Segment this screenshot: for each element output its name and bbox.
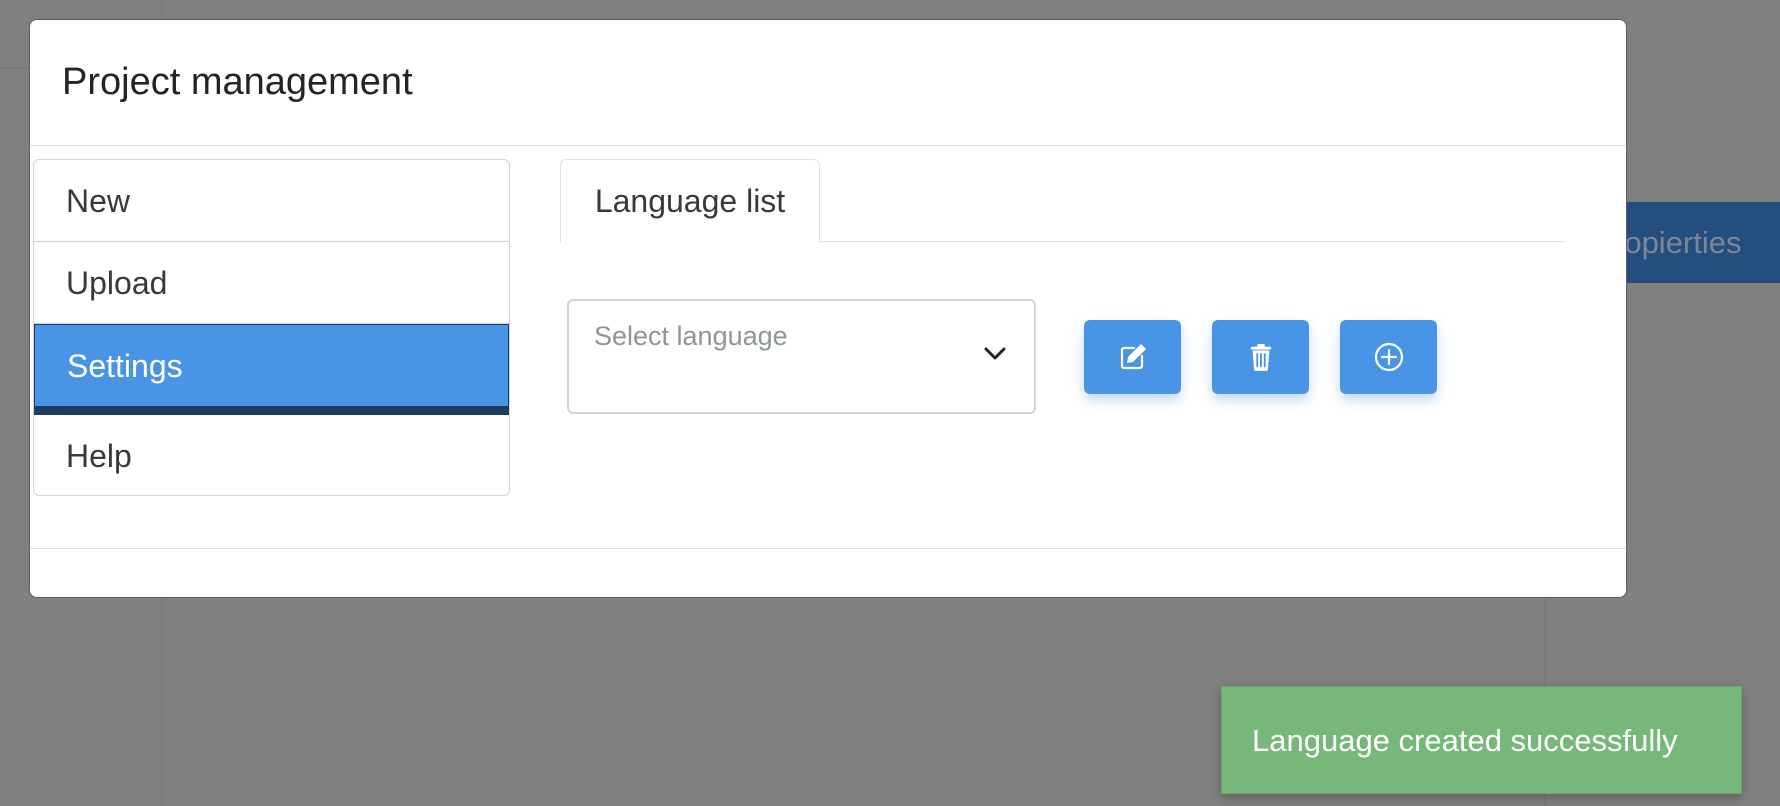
menu-item-help[interactable]: Help xyxy=(34,415,509,495)
language-select-placeholder: Select language xyxy=(594,321,788,351)
edit-icon xyxy=(1120,344,1146,370)
side-menu: New Upload Settings Help xyxy=(33,159,510,496)
add-language-button[interactable] xyxy=(1340,320,1437,394)
language-select[interactable]: Select language xyxy=(567,299,1036,414)
delete-language-button[interactable] xyxy=(1212,320,1309,394)
menu-item-settings[interactable]: Settings xyxy=(34,324,509,415)
trash-icon xyxy=(1250,344,1271,371)
menu-item-upload[interactable]: Upload xyxy=(34,242,509,324)
modal-title: Project management xyxy=(62,61,413,103)
tab-language-list[interactable]: Language list xyxy=(560,159,820,243)
modal-footer xyxy=(30,548,1626,597)
chevron-down-icon xyxy=(984,347,1006,360)
success-toast[interactable]: Language created successfully xyxy=(1221,686,1742,794)
modal-header: Project management xyxy=(30,20,1626,146)
edit-language-button[interactable] xyxy=(1084,320,1181,394)
tab-bar: Language list xyxy=(560,159,1565,243)
plus-circle-icon xyxy=(1374,342,1403,372)
menu-item-new[interactable]: New xyxy=(34,160,509,242)
